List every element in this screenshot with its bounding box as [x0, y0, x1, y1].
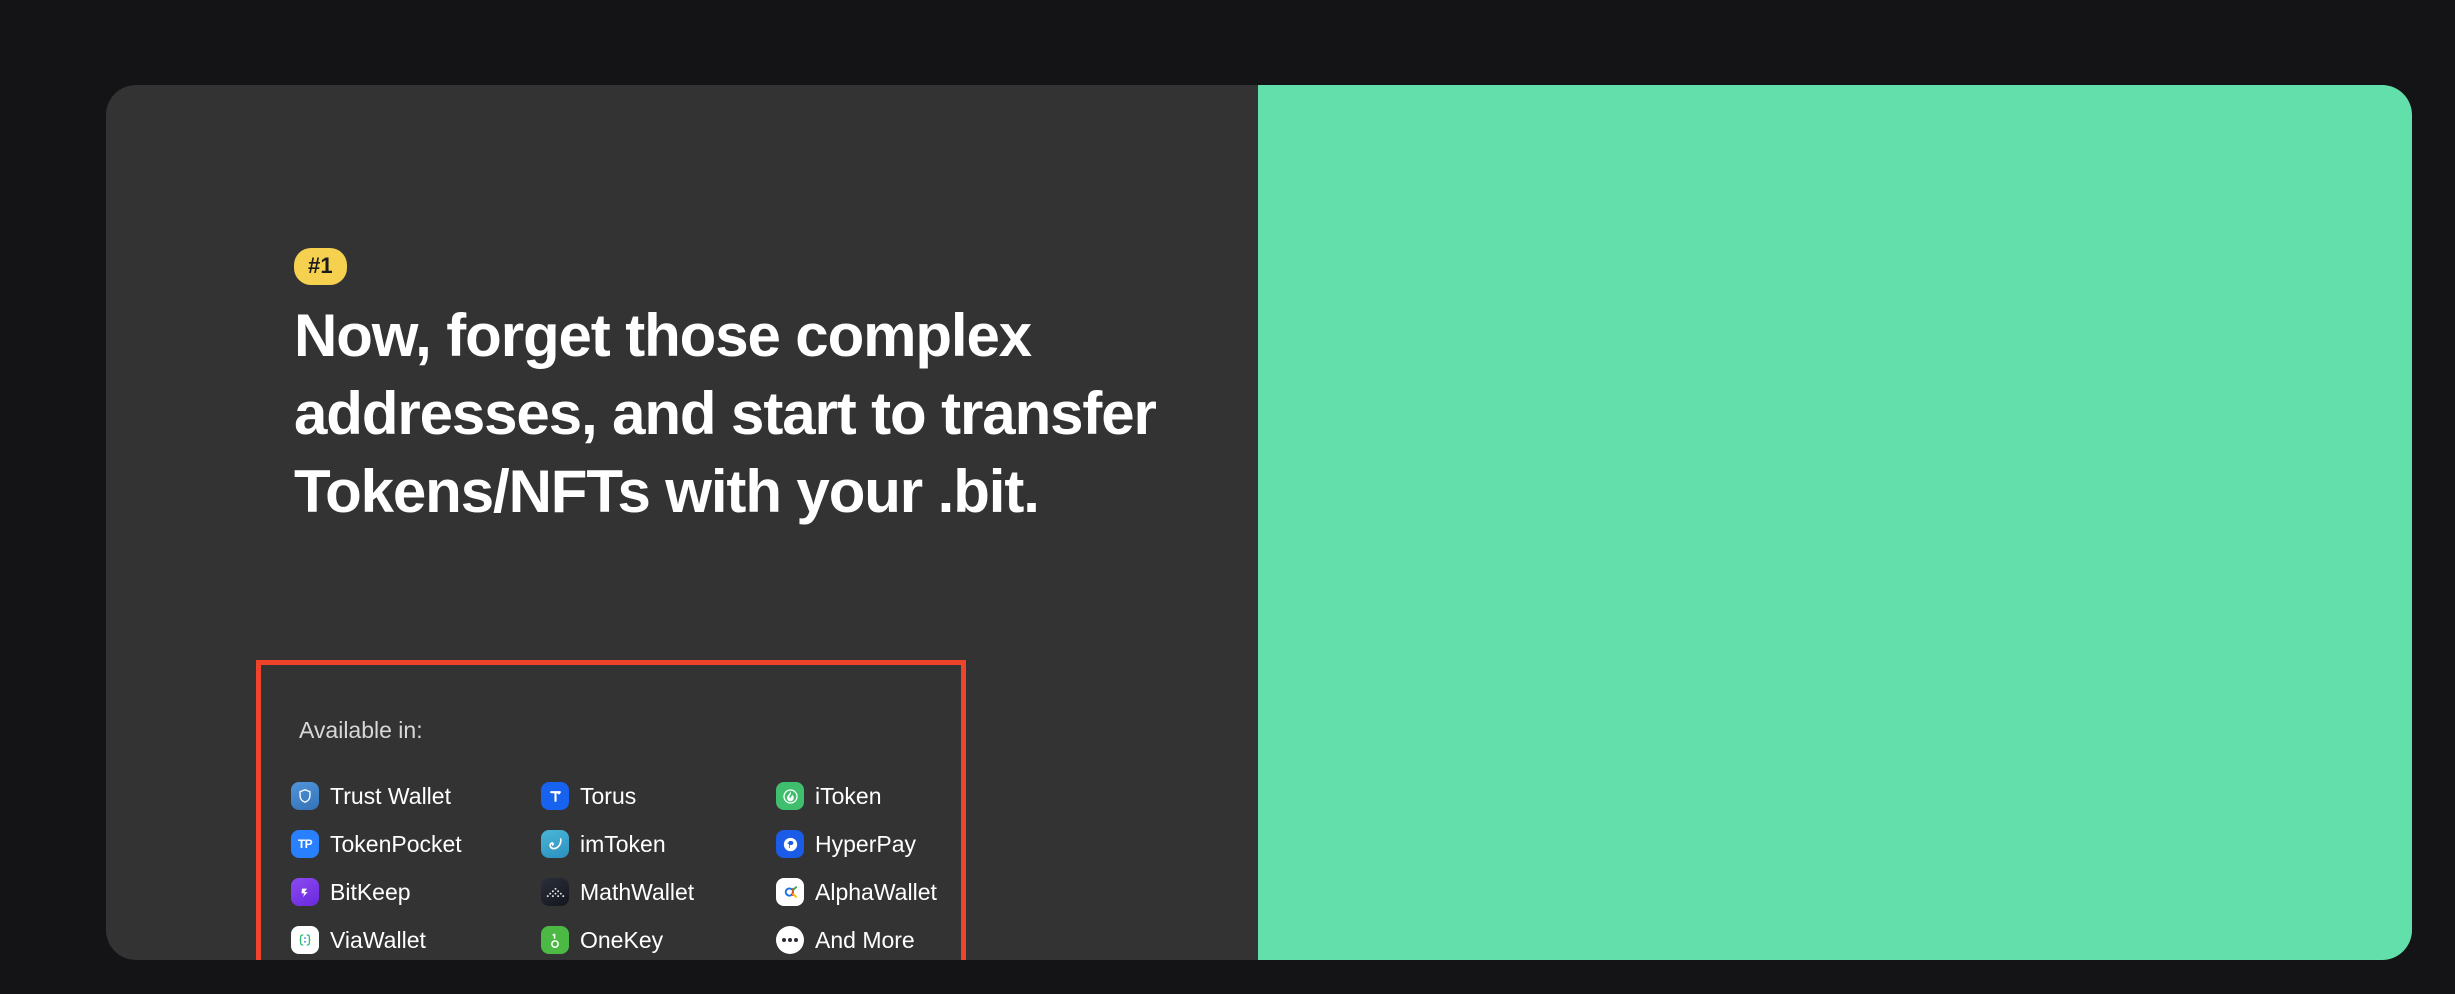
ellipsis-icon	[776, 926, 804, 954]
wallet-grid: Trust Wallet Torus iToken TP TokenPocket…	[291, 772, 951, 960]
wallet-item-hyperpay[interactable]: HyperPay	[776, 830, 951, 858]
imtoken-icon	[541, 830, 569, 858]
wallet-label: HyperPay	[815, 830, 916, 857]
left-content-panel: #1 Now, forget those complex addresses, …	[106, 85, 1258, 960]
wallet-label: iToken	[815, 782, 882, 809]
step-badge: #1	[294, 248, 347, 285]
wallet-item-onekey[interactable]: OneKey	[541, 926, 776, 954]
viawallet-icon	[291, 926, 319, 954]
wallet-item-torus[interactable]: Torus	[541, 782, 776, 810]
wallet-label: Torus	[580, 782, 637, 809]
tokenpocket-icon: TP	[291, 830, 319, 858]
wallet-item-trust-wallet[interactable]: Trust Wallet	[291, 782, 541, 810]
wallet-item-itoken[interactable]: iToken	[776, 782, 951, 810]
wallet-item-alphawallet[interactable]: AlphaWallet	[776, 878, 951, 906]
wallet-label: Trust Wallet	[330, 782, 451, 809]
feature-card: #1 Now, forget those complex addresses, …	[106, 85, 2412, 960]
wallet-label: AlphaWallet	[815, 878, 937, 905]
wallet-label: imToken	[580, 830, 666, 857]
wallet-label: And More	[815, 926, 915, 953]
hyperpay-icon	[776, 830, 804, 858]
wallet-item-viawallet[interactable]: ViaWallet	[291, 926, 541, 954]
available-wallets-highlight-box: Available in: Trust Wallet Torus iToken …	[256, 660, 966, 960]
itoken-icon	[776, 782, 804, 810]
wallet-item-imtoken[interactable]: imToken	[541, 830, 776, 858]
onekey-icon	[541, 926, 569, 954]
page-title: Now, forget those complex addresses, and…	[294, 302, 1157, 525]
trust-wallet-icon	[291, 782, 319, 810]
wallet-label: BitKeep	[330, 878, 411, 905]
wallet-item-and-more[interactable]: And More	[776, 926, 951, 954]
wallet-label: ViaWallet	[330, 926, 426, 953]
available-in-label: Available in:	[299, 717, 423, 743]
mathwallet-icon	[541, 878, 569, 906]
bitkeep-icon	[291, 878, 319, 906]
alphawallet-icon	[776, 878, 804, 906]
torus-icon	[541, 782, 569, 810]
wallet-label: OneKey	[580, 926, 664, 953]
right-visual-panel: 12:07	[1258, 85, 2412, 960]
wallet-label: MathWallet	[580, 878, 695, 905]
wallet-label: TokenPocket	[330, 830, 462, 857]
wallet-item-tokenpocket[interactable]: TP TokenPocket	[291, 830, 541, 858]
screenshot-root: #1 Now, forget those complex addresses, …	[0, 0, 2455, 994]
wallet-item-mathwallet[interactable]: MathWallet	[541, 878, 776, 906]
wallet-item-bitkeep[interactable]: BitKeep	[291, 878, 541, 906]
